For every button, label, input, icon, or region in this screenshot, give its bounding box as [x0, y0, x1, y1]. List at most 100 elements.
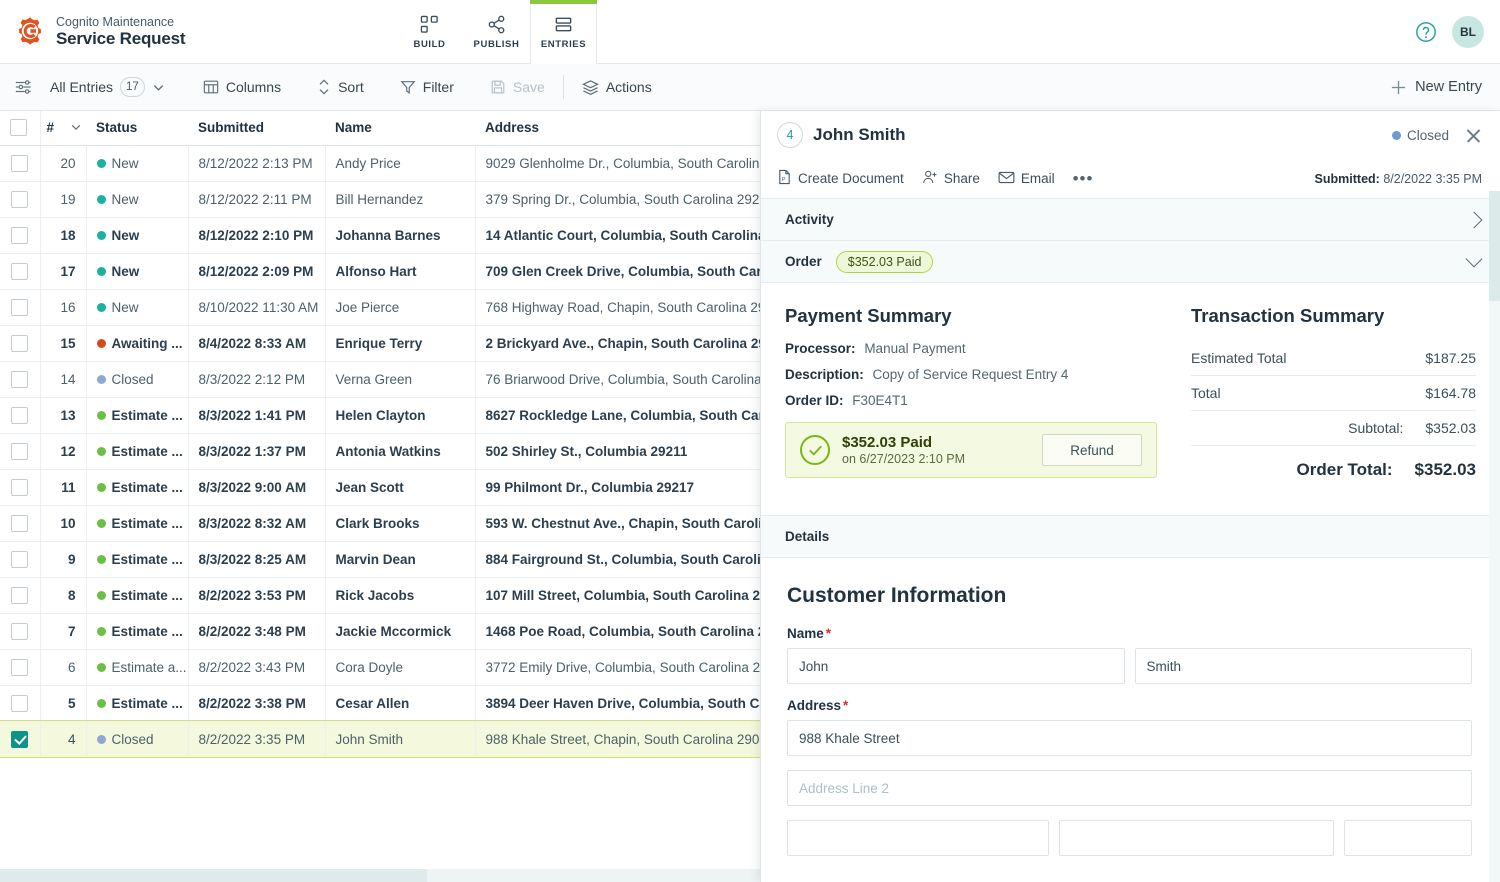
section-order[interactable]: Order $352.03 Paid	[761, 241, 1500, 283]
email-button[interactable]: Email	[998, 170, 1055, 188]
row-checkbox[interactable]	[11, 406, 29, 424]
row-select-cell[interactable]	[0, 469, 41, 506]
actions-button[interactable]: Actions	[570, 64, 664, 111]
section-details[interactable]: Details	[761, 516, 1500, 558]
tab-build[interactable]: BUILD	[396, 0, 463, 64]
select-all-header[interactable]	[0, 111, 41, 146]
row-select-cell[interactable]	[0, 325, 41, 362]
row-number[interactable]: 10	[40, 505, 87, 542]
select-all-checkbox[interactable]	[10, 119, 27, 137]
horizontal-scrollbar[interactable]	[0, 869, 762, 882]
row-select-cell[interactable]	[0, 181, 41, 218]
row-checkbox[interactable]	[11, 442, 29, 460]
row-select-cell[interactable]	[0, 145, 41, 182]
avatar[interactable]: BL	[1452, 16, 1484, 48]
row-select-cell[interactable]	[0, 613, 41, 650]
row-select-cell[interactable]	[0, 649, 41, 686]
app-root: Cognito Maintenance Service Request BUIL…	[0, 0, 1500, 882]
row-select-cell[interactable]	[0, 361, 41, 398]
row-number[interactable]: 8	[40, 577, 87, 614]
row-number[interactable]: 13	[40, 397, 87, 434]
row-number[interactable]: 15	[40, 325, 87, 362]
order-id-row: Order ID: F30E4T1	[785, 393, 1157, 408]
filter-button[interactable]: Filter	[388, 64, 466, 111]
row-number[interactable]: 18	[40, 217, 87, 254]
row-checkbox[interactable]	[11, 730, 29, 748]
help-circle-icon[interactable]	[1414, 20, 1438, 44]
column-header-number[interactable]: #	[40, 111, 86, 146]
sort-caret-icon[interactable]	[70, 121, 82, 136]
row-checkbox[interactable]	[11, 694, 29, 712]
last-name-input[interactable]: Smith	[1134, 648, 1472, 684]
column-header-status[interactable]: Status	[86, 111, 188, 146]
refund-button[interactable]: Refund	[1042, 434, 1142, 466]
row-number[interactable]: 20	[40, 145, 87, 182]
status-badge[interactable]: Closed	[1391, 128, 1449, 143]
row-checkbox[interactable]	[11, 514, 29, 532]
row-number[interactable]: 11	[40, 469, 87, 506]
main-nav-tabs: BUILD PUBLISH ENTRIES	[396, 0, 597, 64]
row-checkbox[interactable]	[11, 370, 29, 388]
panel-vertical-scrollbar-thumb[interactable]	[1489, 191, 1500, 301]
row-submitted: 8/2/2022 3:38 PM	[188, 685, 326, 722]
row-select-cell[interactable]	[0, 253, 41, 290]
column-header-submitted[interactable]: Submitted	[188, 111, 325, 146]
close-icon[interactable]	[1465, 127, 1482, 144]
row-number[interactable]: 7	[40, 613, 87, 650]
row-checkbox[interactable]	[11, 622, 29, 640]
row-checkbox[interactable]	[11, 154, 29, 172]
horizontal-scrollbar-thumb[interactable]	[0, 869, 427, 882]
row-number[interactable]: 12	[40, 433, 87, 470]
section-activity[interactable]: Activity	[761, 199, 1500, 241]
row-select-cell[interactable]	[0, 721, 41, 758]
row-select-cell[interactable]	[0, 541, 41, 578]
row-checkbox[interactable]	[11, 550, 29, 568]
row-select-cell[interactable]	[0, 505, 41, 542]
row-checkbox[interactable]	[11, 334, 29, 352]
city-input[interactable]	[787, 820, 1049, 856]
row-checkbox[interactable]	[11, 478, 29, 496]
chevron-right-icon[interactable]	[1465, 211, 1483, 228]
panel-vertical-scrollbar[interactable]	[1489, 191, 1500, 882]
row-select-cell[interactable]	[0, 685, 41, 722]
processor-row: Processor: Manual Payment	[785, 341, 1157, 356]
row-checkbox[interactable]	[11, 190, 29, 208]
row-number[interactable]: 16	[40, 289, 87, 326]
row-select-cell[interactable]	[0, 397, 41, 434]
address-line1-input[interactable]: 988 Khale Street	[787, 720, 1472, 756]
transaction-row-value: $352.03	[1425, 420, 1476, 436]
create-document-button[interactable]: P Create Document	[777, 169, 904, 188]
row-number[interactable]: 17	[40, 253, 87, 290]
row-select-cell[interactable]	[0, 577, 41, 614]
view-options-button[interactable]	[0, 64, 40, 111]
first-name-input[interactable]: John	[787, 648, 1125, 684]
chevron-down-icon-order[interactable]	[1465, 250, 1483, 268]
row-number[interactable]: 19	[40, 181, 87, 218]
status-dot-icon	[1391, 130, 1401, 140]
row-number[interactable]: 4	[40, 721, 87, 758]
row-number[interactable]: 14	[40, 361, 87, 398]
share-button[interactable]: Share	[922, 169, 980, 188]
state-input[interactable]	[1058, 820, 1335, 856]
row-number[interactable]: 6	[40, 649, 87, 686]
columns-button[interactable]: Columns	[191, 64, 293, 111]
zip-input[interactable]	[1344, 820, 1472, 856]
sort-button[interactable]: Sort	[305, 64, 376, 111]
tab-entries[interactable]: ENTRIES	[530, 0, 597, 64]
row-number[interactable]: 5	[40, 685, 87, 722]
column-header-name[interactable]: Name	[325, 111, 475, 146]
row-checkbox[interactable]	[11, 298, 29, 316]
row-select-cell[interactable]	[0, 433, 41, 470]
row-checkbox[interactable]	[11, 658, 29, 676]
row-select-cell[interactable]	[0, 289, 41, 326]
row-checkbox[interactable]	[11, 586, 29, 604]
row-checkbox[interactable]	[11, 226, 29, 244]
row-number[interactable]: 9	[40, 541, 87, 578]
row-checkbox[interactable]	[11, 262, 29, 280]
row-select-cell[interactable]	[0, 217, 41, 254]
tab-publish[interactable]: PUBLISH	[463, 0, 530, 64]
view-selector[interactable]: All Entries 17	[40, 64, 177, 111]
more-actions-icon[interactable]: •••	[1073, 170, 1094, 187]
new-entry-button[interactable]: New Entry	[1390, 79, 1500, 96]
address-line2-input[interactable]: Address Line 2	[787, 770, 1472, 806]
